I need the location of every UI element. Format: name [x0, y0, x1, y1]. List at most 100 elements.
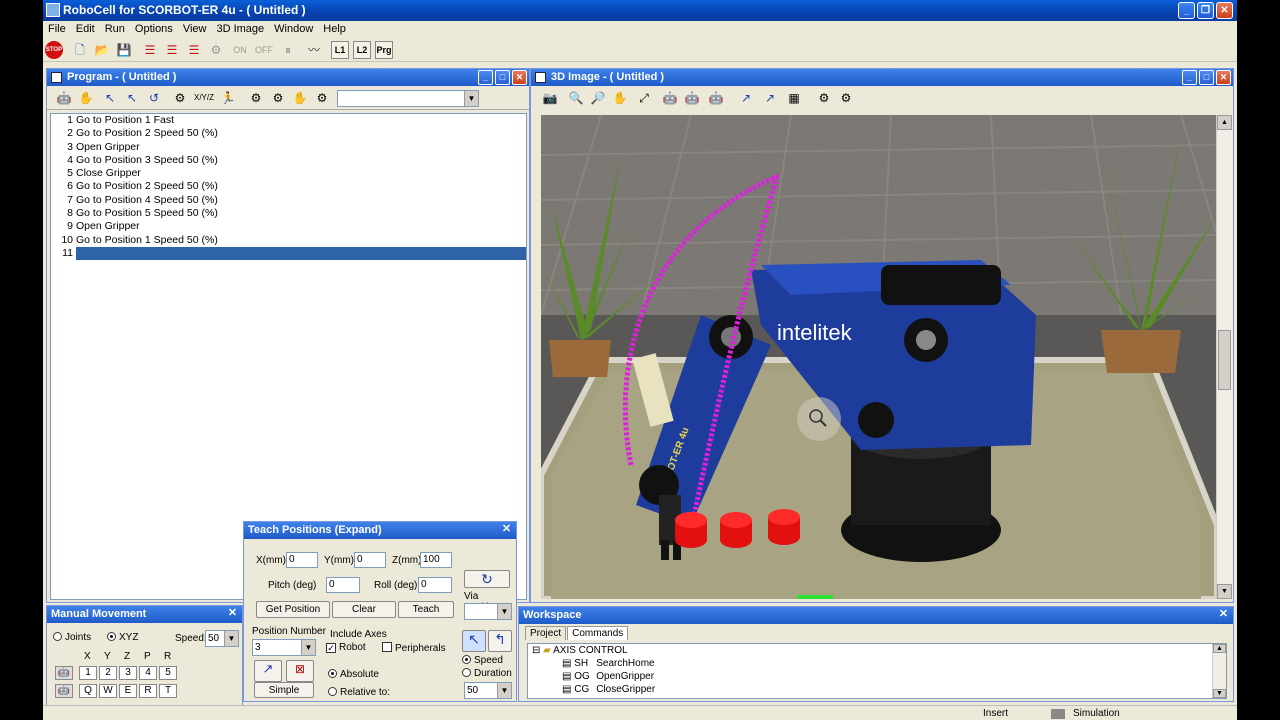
axis-key[interactable]: W	[99, 684, 117, 698]
axis-key[interactable]: 4	[139, 666, 157, 680]
line-command[interactable]: Go to Position 1 Speed 50 (%)	[76, 234, 526, 247]
program-line[interactable]: 4 Go to Position 3 Speed 50 (%)	[51, 154, 526, 167]
pan-hand-icon[interactable]: ✋	[611, 90, 629, 106]
menu-run[interactable]: Run	[100, 21, 130, 38]
off-button[interactable]: OFF	[253, 41, 275, 59]
program-line[interactable]: 10 Go to Position 1 Speed 50 (%)	[51, 234, 526, 247]
teach-button[interactable]: Teach	[398, 601, 454, 618]
save-icon[interactable]: 💾	[115, 41, 133, 59]
simple-button[interactable]: Simple	[254, 682, 314, 698]
program-line[interactable]: 1 Go to Position 1 Fast	[51, 114, 526, 127]
line-command[interactable]	[76, 246, 526, 261]
grid-icon[interactable]: ▦	[785, 90, 803, 106]
fit-view-icon[interactable]: ⤢	[635, 90, 653, 106]
axis-key[interactable]: 5	[159, 666, 177, 680]
gripper-icon[interactable]: ✋	[77, 90, 95, 106]
manual-speed-select[interactable]: 50 ▼	[205, 630, 239, 647]
y-input[interactable]: 0	[354, 552, 386, 568]
relative-radio[interactable]: Relative to:	[328, 687, 390, 698]
on-button[interactable]: ON	[229, 41, 251, 59]
l2-button[interactable]: L2	[353, 41, 371, 59]
line-command[interactable]: Close Gripper	[76, 167, 526, 180]
image3d-maximize-button[interactable]: □	[1199, 70, 1214, 85]
program-minimize-button[interactable]: _	[478, 70, 493, 85]
axis-key[interactable]: 1	[79, 666, 97, 680]
collapse-icon[interactable]: ⊟	[532, 645, 540, 656]
gripper-open-icon[interactable]: ⚙	[247, 90, 265, 106]
hand-icon[interactable]: ✋	[291, 90, 309, 106]
menu-help[interactable]: Help	[318, 21, 351, 38]
objects-icon[interactable]: ⚙	[837, 90, 855, 106]
line-command[interactable]: Open Gripper	[76, 141, 526, 154]
tree-scrollbar[interactable]: ▲ ▼	[1212, 644, 1226, 698]
rotate-icon[interactable]: ↺	[145, 90, 163, 106]
command-combo[interactable]: ▼	[337, 90, 479, 107]
speed-radio[interactable]: Speed	[462, 655, 503, 666]
l1-button[interactable]: L1	[331, 41, 349, 59]
line-command[interactable]: Go to Position 2 Speed 50 (%)	[76, 127, 526, 140]
axis-key[interactable]: E	[119, 684, 137, 698]
restore-button[interactable]: ❐	[1197, 2, 1214, 19]
close-button[interactable]: ✕	[1216, 2, 1233, 19]
robot-home-icon[interactable]: 🤖	[55, 90, 73, 106]
line-command[interactable]: Go to Position 4 Speed 50 (%)	[76, 194, 526, 207]
position-number-select[interactable]: 3 ▼	[252, 639, 316, 656]
menu-options[interactable]: Options	[130, 21, 178, 38]
menu-file[interactable]: File	[43, 21, 71, 38]
scroll-up-icon[interactable]: ▲	[1213, 644, 1226, 653]
tree-root[interactable]: ⊟ ▰ AXIS CONTROL	[528, 644, 1226, 657]
run-man-icon[interactable]: 🏃	[219, 90, 237, 106]
magnify-icon[interactable]: 🔍	[567, 90, 585, 106]
menu-3d-image[interactable]: 3D Image	[211, 21, 269, 38]
image3d-minimize-button[interactable]: _	[1182, 70, 1197, 85]
gripper-close-key-icon[interactable]: 🤖	[55, 684, 73, 698]
workspace-close-button[interactable]: ✕	[1216, 608, 1231, 623]
peripherals-checkbox[interactable]: Peripherals	[382, 642, 446, 654]
program-line[interactable]: 9 Open Gripper	[51, 220, 526, 233]
line-command[interactable]: Go to Position 1 Fast	[76, 114, 526, 127]
graph-icon[interactable]: 〰	[305, 41, 323, 59]
pause-icon[interactable]: ⏸	[279, 41, 297, 59]
chevron-down-icon[interactable]: ▼	[224, 631, 238, 646]
line-command[interactable]: Go to Position 5 Speed 50 (%)	[76, 207, 526, 220]
axis-key[interactable]: Q	[79, 684, 97, 698]
image3d-vertical-scrollbar[interactable]: ▲ ▼	[1216, 115, 1232, 599]
command-item[interactable]: ▤ CG CloseGripper	[528, 683, 1226, 696]
move-linear-icon[interactable]: ↖	[123, 90, 141, 106]
zoom-icon[interactable]: 🔎	[589, 90, 607, 106]
teach-position-icon[interactable]: ⚙	[171, 90, 189, 106]
z-input[interactable]: 100	[420, 552, 452, 568]
robot-settings-icon[interactable]: ⚙	[313, 90, 331, 106]
chevron-down-icon[interactable]: ▼	[497, 604, 511, 619]
command-item[interactable]: ▤ SH SearchHome	[528, 657, 1226, 670]
image3d-close-button[interactable]: ✕	[1216, 70, 1231, 85]
gripper-open-key-icon[interactable]: 🤖	[55, 666, 73, 680]
duration-radio[interactable]: Duration	[462, 668, 512, 679]
list-sort-icon[interactable]: ☰	[163, 41, 181, 59]
scroll-thumb[interactable]	[1218, 330, 1231, 390]
teach-close-button[interactable]: ✕	[499, 523, 514, 538]
program-line[interactable]: 5 Close Gripper	[51, 167, 526, 180]
stop-icon[interactable]: STOP	[45, 41, 63, 59]
rotate-view-button[interactable]: ↻	[464, 570, 510, 588]
move-position-icon[interactable]: ↗	[254, 660, 282, 682]
minimize-button[interactable]: _	[1178, 2, 1195, 19]
robot-view3-icon[interactable]: 🤖	[707, 90, 725, 106]
move-arc-icon[interactable]: ↖	[101, 90, 119, 106]
commands-tree[interactable]: ⊟ ▰ AXIS CONTROL ▤ SH SearchHome ▤ OG OpenG…	[527, 643, 1227, 699]
robot-checkbox[interactable]: ✓ Robot	[326, 642, 366, 653]
command-item[interactable]: ▤ OG OpenGripper	[528, 670, 1226, 683]
move-arc-icon[interactable]: ↰	[488, 630, 512, 652]
absolute-radio[interactable]: Absolute	[328, 669, 379, 680]
teach-speed-select[interactable]: 50 ▼	[464, 682, 512, 699]
scroll-down-icon[interactable]: ▼	[1217, 584, 1232, 599]
new-file-icon[interactable]: 🗋	[71, 41, 89, 59]
x-input[interactable]: 0	[286, 552, 318, 568]
open-folder-icon[interactable]: 📂	[93, 41, 111, 59]
settings-disabled-icon[interactable]: ⚙	[207, 41, 225, 59]
manual-close-button[interactable]: ✕	[225, 607, 240, 622]
program-line[interactable]: 6 Go to Position 2 Speed 50 (%)	[51, 180, 526, 193]
chevron-down-icon[interactable]: ▼	[464, 91, 478, 106]
robot-view2-icon[interactable]: 🤖	[683, 90, 701, 106]
roll-input[interactable]: 0	[418, 577, 452, 593]
